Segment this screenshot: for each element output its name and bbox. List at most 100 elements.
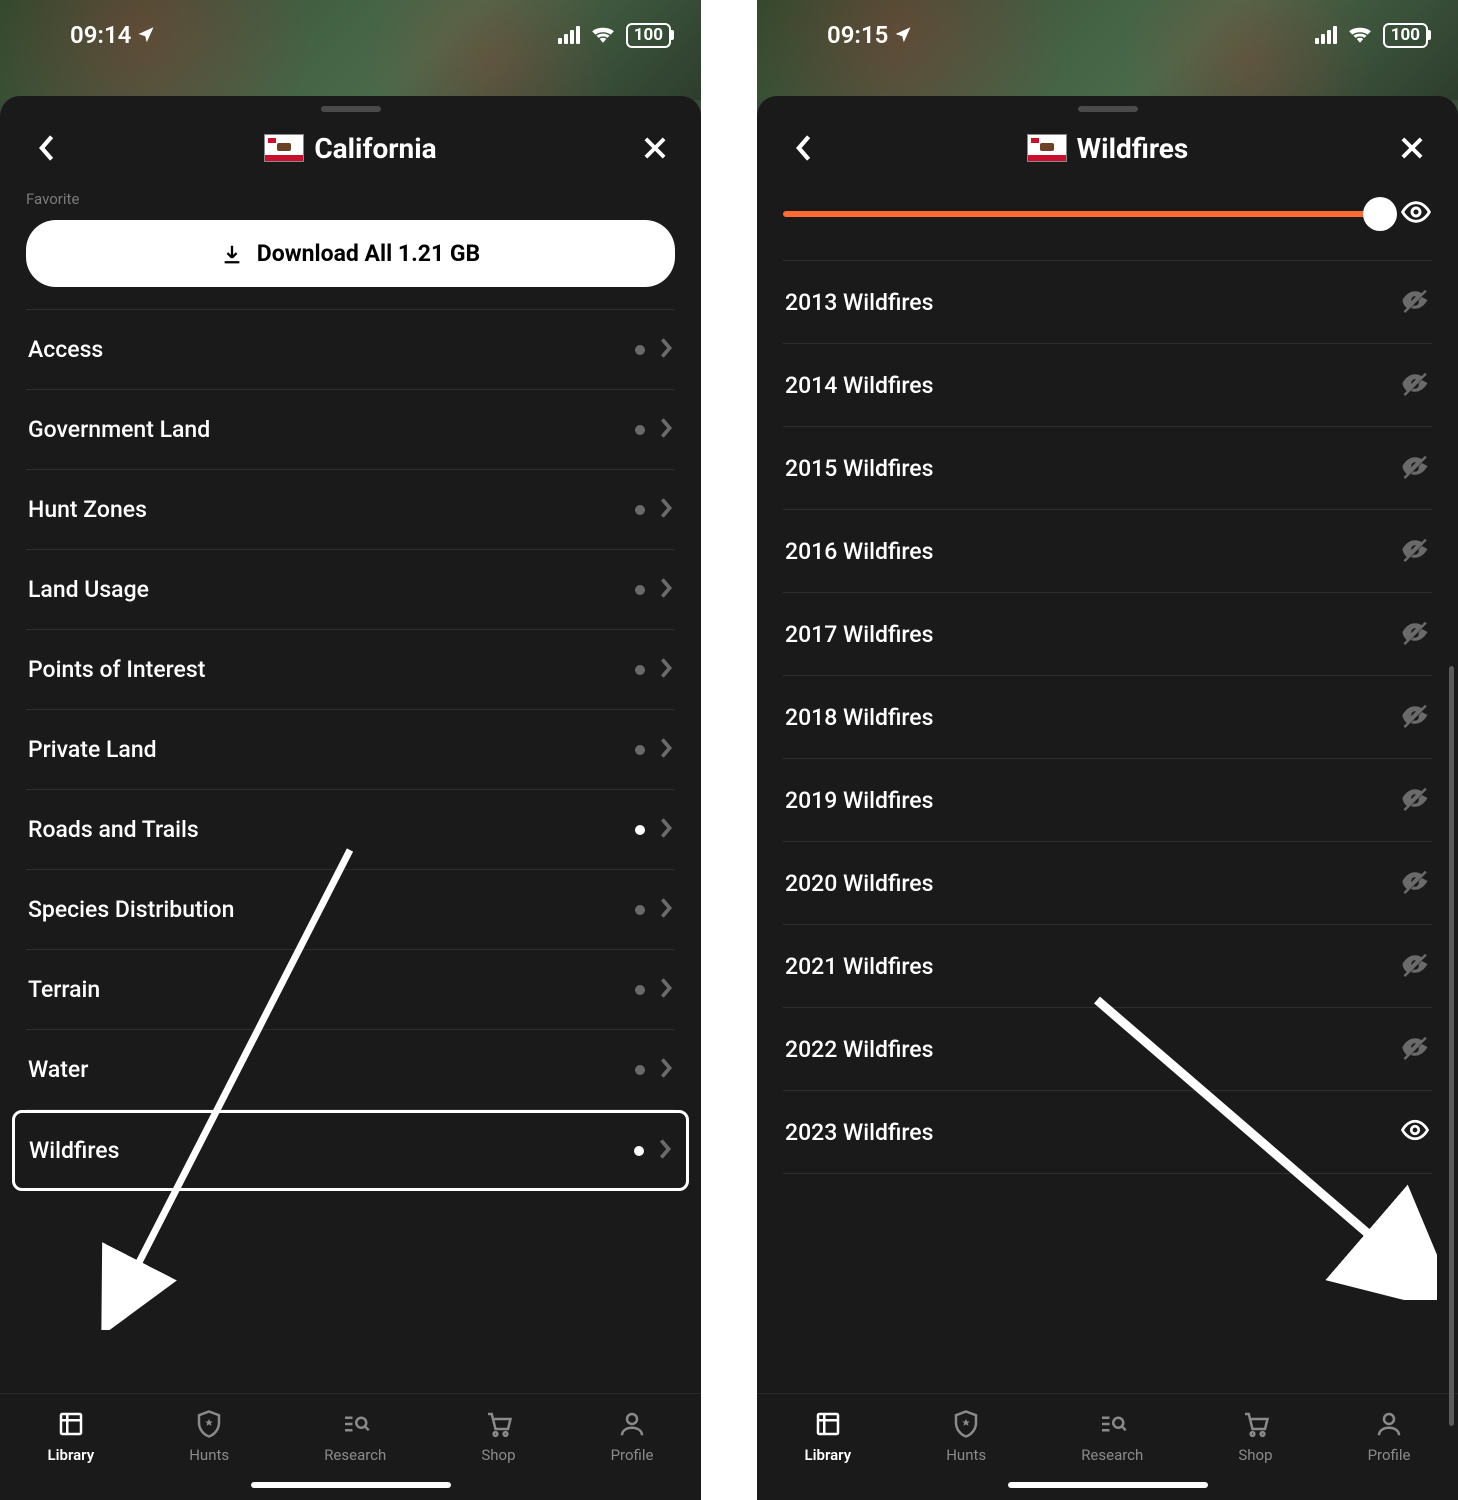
year-row-2015-wildfires[interactable]: 2015 Wildfires [783, 427, 1432, 510]
year-label: 2022 Wildfires [785, 1036, 933, 1063]
year-row-2014-wildfires[interactable]: 2014 Wildfires [783, 344, 1432, 427]
download-all-button[interactable]: Download All 1.21 GB [26, 220, 675, 287]
tab-profile[interactable]: Profile [1368, 1408, 1411, 1464]
category-row-terrain[interactable]: Terrain [26, 950, 675, 1030]
chevron-right-icon [659, 417, 673, 443]
status-bar: 09:15 100 [757, 0, 1458, 70]
category-row-roads-and-trails[interactable]: Roads and Trails [26, 790, 675, 870]
chevron-right-icon [659, 1057, 673, 1083]
slider-thumb[interactable] [1363, 197, 1397, 231]
tab-research[interactable]: Research [324, 1408, 386, 1464]
year-row-2018-wildfires[interactable]: 2018 Wildfires [783, 676, 1432, 759]
cart-icon [1239, 1408, 1271, 1440]
category-label: Land Usage [28, 576, 149, 603]
category-label: Access [28, 336, 103, 363]
eye-icon[interactable] [1400, 1115, 1430, 1149]
category-row-land-usage[interactable]: Land Usage [26, 550, 675, 630]
year-label: 2020 Wildfires [785, 870, 933, 897]
content-scroll[interactable]: Favorite Download All 1.21 GB Access Gov… [0, 186, 701, 1393]
tab-label: Hunts [189, 1446, 229, 1464]
opacity-slider[interactable] [783, 211, 1380, 217]
year-row-2023-wildfires[interactable]: 2023 Wildfires [783, 1091, 1432, 1174]
tab-shop[interactable]: Shop [1238, 1408, 1272, 1464]
download-label: Download All 1.21 GB [257, 240, 480, 267]
tab-hunts[interactable]: Hunts [946, 1408, 986, 1464]
category-row-government-land[interactable]: Government Land [26, 390, 675, 470]
year-label: 2019 Wildfires [785, 787, 933, 814]
sheet-grabber[interactable] [321, 106, 381, 112]
back-button[interactable] [26, 128, 66, 168]
page-title: California [314, 132, 436, 165]
chevron-right-icon [659, 577, 673, 603]
category-row-private-land[interactable]: Private Land [26, 710, 675, 790]
year-row-2020-wildfires[interactable]: 2020 Wildfires [783, 842, 1432, 925]
year-label: 2018 Wildfires [785, 704, 933, 731]
eye-off-icon[interactable] [1400, 617, 1430, 651]
status-dot [635, 985, 645, 995]
eye-off-icon[interactable] [1400, 534, 1430, 568]
close-button[interactable] [1392, 128, 1432, 168]
category-row-hunt-zones[interactable]: Hunt Zones [26, 470, 675, 550]
year-row-2016-wildfires[interactable]: 2016 Wildfires [783, 510, 1432, 593]
category-row-access[interactable]: Access [26, 309, 675, 390]
category-label: Wildfires [29, 1137, 119, 1164]
category-row-species-distribution[interactable]: Species Distribution [26, 870, 675, 950]
tab-bar: Library Hunts Research Shop Profile [757, 1393, 1458, 1472]
home-indicator[interactable] [1008, 1482, 1208, 1488]
california-flag-icon [264, 134, 304, 162]
tab-profile[interactable]: Profile [611, 1408, 654, 1464]
status-dot [635, 1065, 645, 1075]
category-label: Hunt Zones [28, 496, 147, 523]
eye-off-icon[interactable] [1400, 451, 1430, 485]
tab-shop[interactable]: Shop [481, 1408, 515, 1464]
close-button[interactable] [635, 128, 675, 168]
sheet-header: California [0, 118, 701, 186]
year-row-2021-wildfires[interactable]: 2021 Wildfires [783, 925, 1432, 1008]
status-dot [635, 905, 645, 915]
category-row-points-of-interest[interactable]: Points of Interest [26, 630, 675, 710]
page-title: Wildfires [1077, 132, 1189, 165]
tab-label: Hunts [946, 1446, 986, 1464]
eye-off-icon[interactable] [1400, 285, 1430, 319]
eye-off-icon[interactable] [1400, 1032, 1430, 1066]
tab-hunts[interactable]: Hunts [189, 1408, 229, 1464]
sheet-grabber[interactable] [1078, 106, 1138, 112]
sheet-header: Wildfires [757, 118, 1458, 186]
clock: 09:14 [70, 21, 131, 49]
home-indicator[interactable] [251, 1482, 451, 1488]
tab-library[interactable]: Library [805, 1408, 852, 1464]
year-row-2017-wildfires[interactable]: 2017 Wildfires [783, 593, 1432, 676]
category-row-wildfires[interactable]: Wildfires [12, 1110, 689, 1191]
battery-indicator: 100 [626, 23, 671, 48]
year-label: 2013 Wildfires [785, 289, 933, 316]
visibility-master-toggle[interactable] [1400, 196, 1432, 232]
tab-label: Shop [481, 1446, 515, 1464]
tab-library[interactable]: Library [48, 1408, 95, 1464]
eye-off-icon[interactable] [1400, 368, 1430, 402]
year-row-2022-wildfires[interactable]: 2022 Wildfires [783, 1008, 1432, 1091]
chevron-right-icon [659, 657, 673, 683]
eye-off-icon[interactable] [1400, 866, 1430, 900]
location-arrow-icon [894, 21, 912, 49]
status-dot [635, 825, 645, 835]
search-icon [1096, 1408, 1128, 1440]
tab-research[interactable]: Research [1081, 1408, 1143, 1464]
library-icon [55, 1408, 87, 1440]
cellular-signal-icon [558, 26, 580, 44]
battery-indicator: 100 [1383, 23, 1428, 48]
wifi-icon [590, 21, 616, 49]
back-button[interactable] [783, 128, 823, 168]
category-row-water[interactable]: Water [26, 1030, 675, 1110]
favorite-label: Favorite [26, 190, 675, 208]
year-row-2013-wildfires[interactable]: 2013 Wildfires [783, 260, 1432, 344]
year-label: 2017 Wildfires [785, 621, 933, 648]
eye-off-icon[interactable] [1400, 949, 1430, 983]
person-icon [1373, 1408, 1405, 1440]
year-row-2019-wildfires[interactable]: 2019 Wildfires [783, 759, 1432, 842]
eye-off-icon[interactable] [1400, 700, 1430, 734]
content-scroll[interactable]: 2013 Wildfires 2014 Wildfires 2015 Wildf… [757, 186, 1458, 1393]
year-label: 2015 Wildfires [785, 455, 933, 482]
eye-off-icon[interactable] [1400, 783, 1430, 817]
year-label: 2021 Wildfires [785, 953, 933, 980]
wifi-icon [1347, 21, 1373, 49]
